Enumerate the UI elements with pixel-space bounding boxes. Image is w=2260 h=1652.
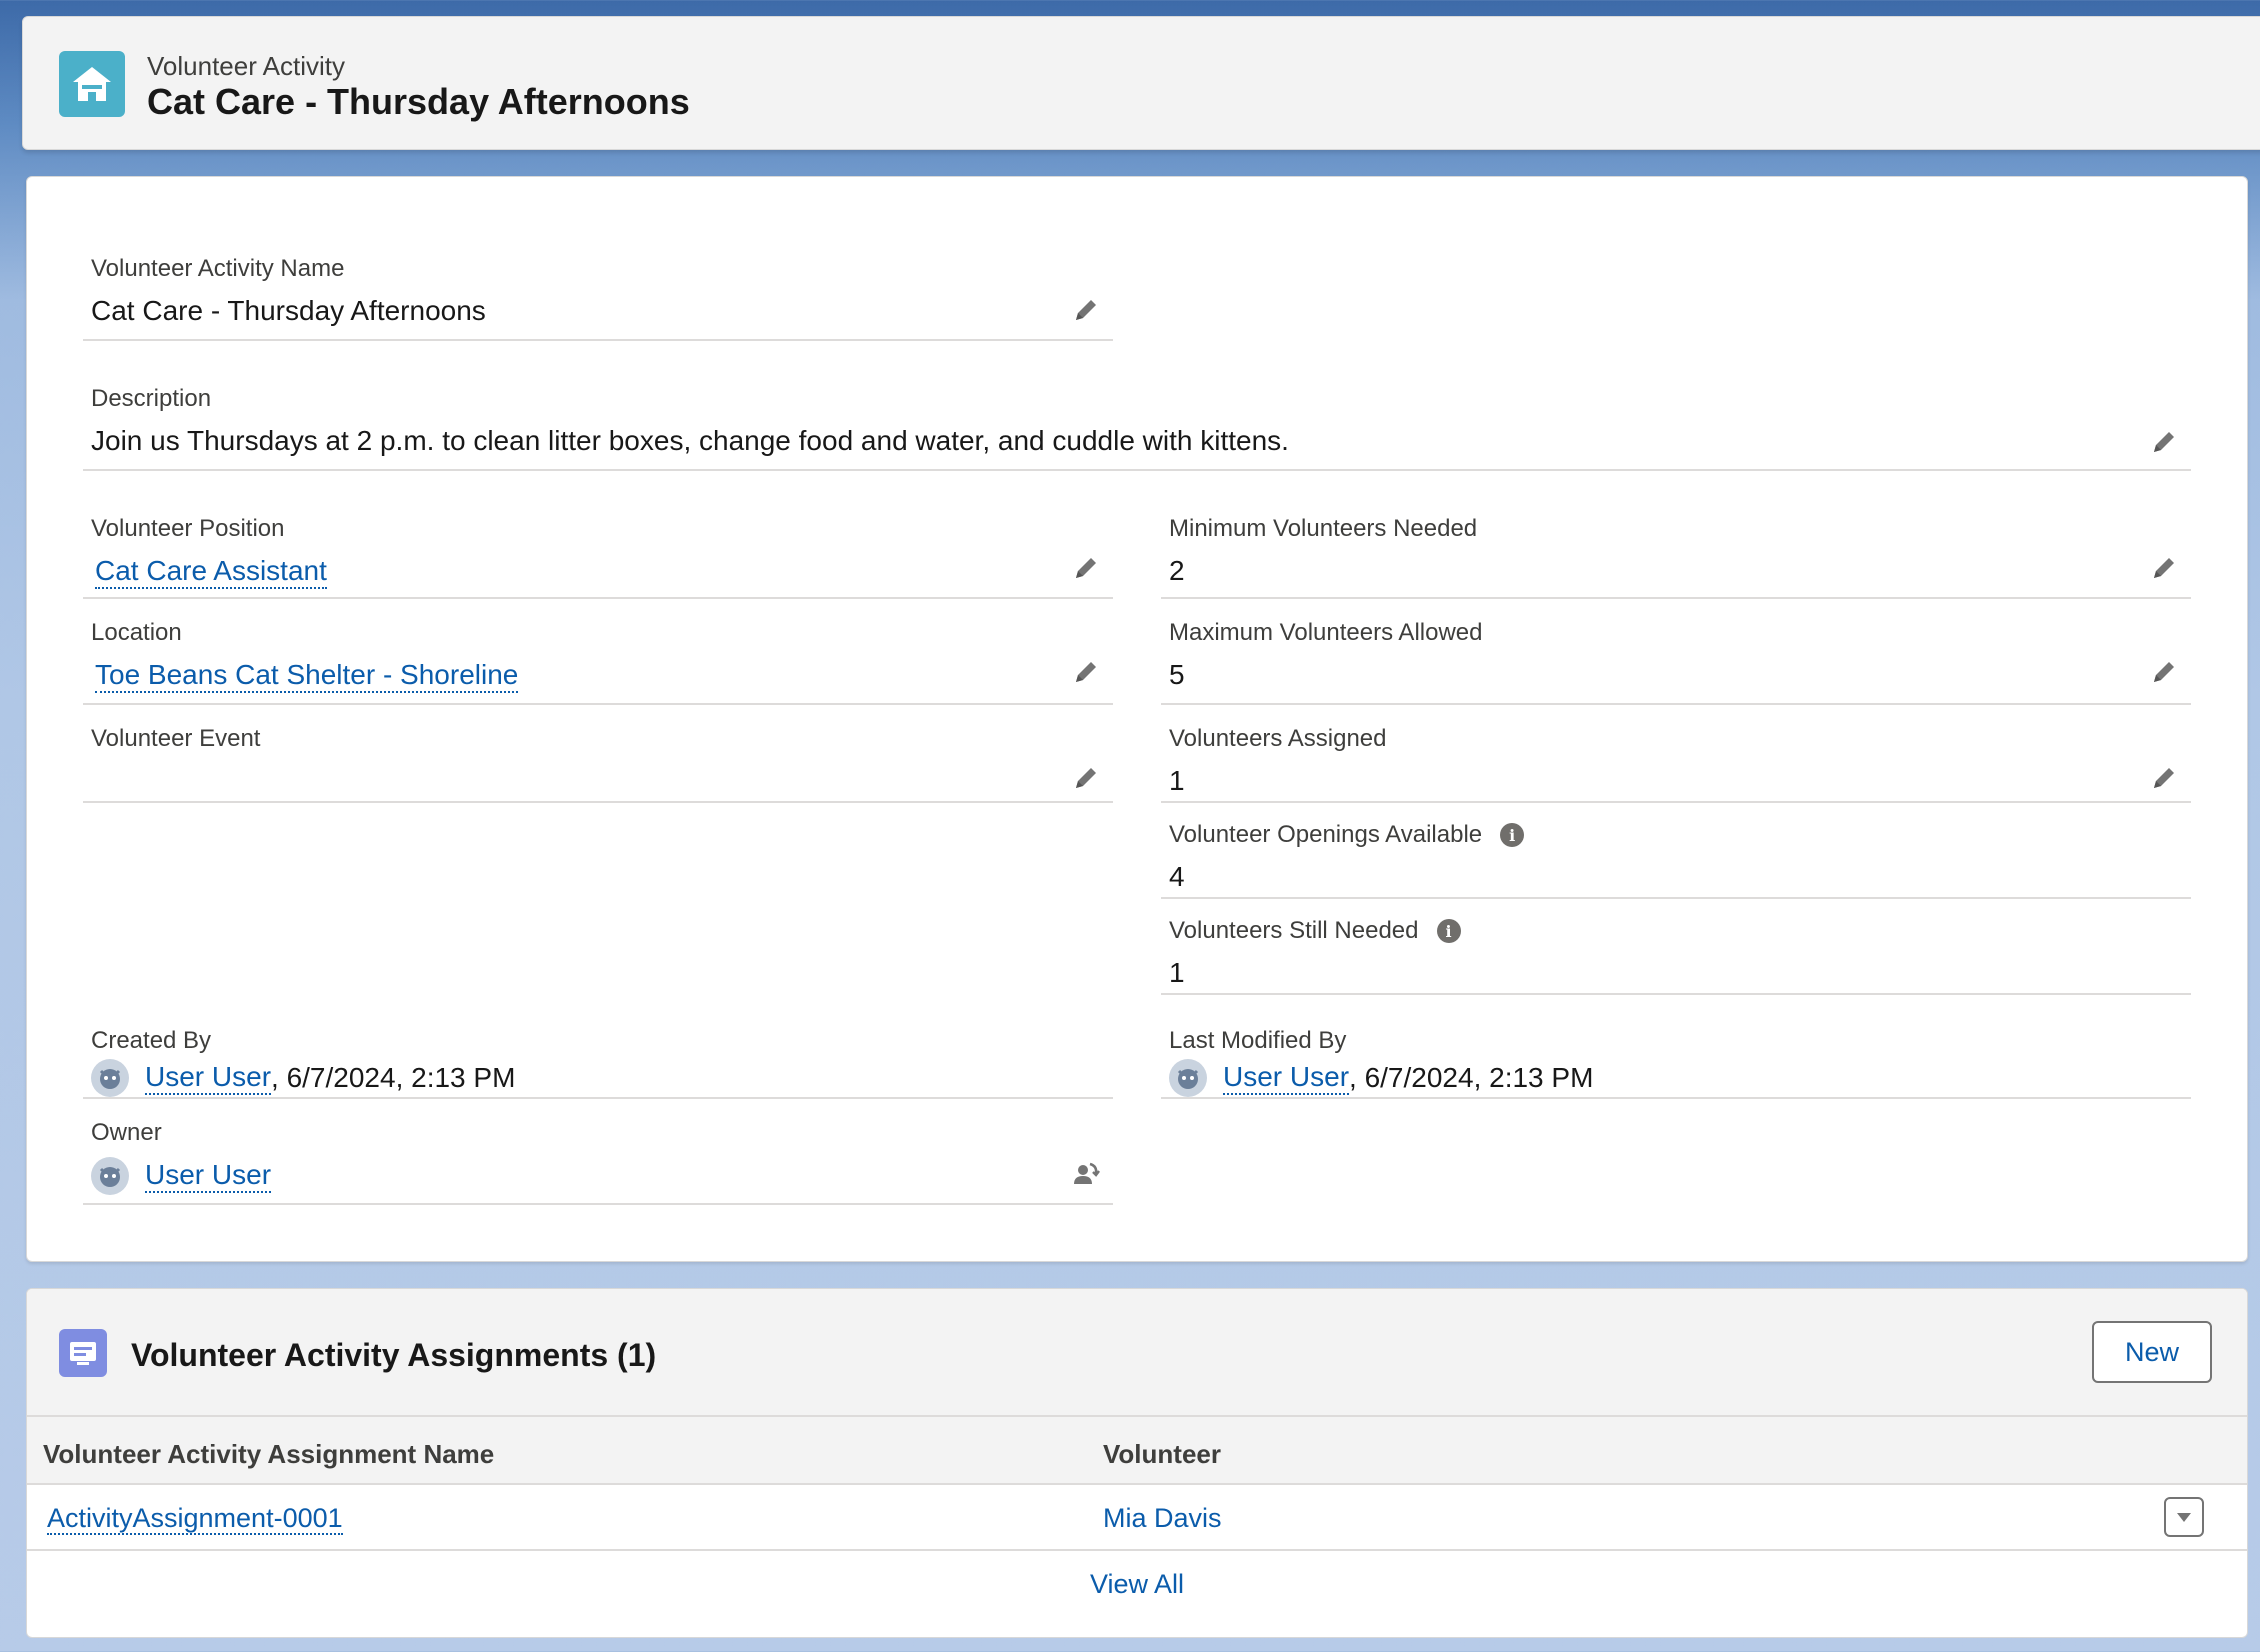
field-label: Description <box>91 385 212 412</box>
pencil-icon[interactable] <box>2147 655 2181 689</box>
record-details: Volunteer Activity Name Cat Care - Thurs… <box>26 176 2248 1262</box>
field-last-modified-by: Last Modified By User User , 6/7/2024, 2… <box>1161 995 2191 1099</box>
field-value: 4 <box>1169 861 1185 892</box>
created-by-user-link[interactable]: User User <box>145 1061 272 1095</box>
table-row: ActivityAssignment-0001 Mia Davis <box>27 1485 2247 1551</box>
field-location: Location Toe Beans Cat Shelter - Shoreli… <box>83 599 1113 705</box>
field-value: 1 <box>1169 957 1185 988</box>
assignment-icon <box>59 1329 107 1377</box>
pencil-icon[interactable] <box>1069 761 1103 795</box>
field-created-by: Created By User User , 6/7/2024, 2:13 PM <box>83 995 1113 1099</box>
volunteer-link[interactable]: Mia Davis <box>1103 1503 1222 1534</box>
pencil-icon[interactable] <box>2147 761 2181 795</box>
field-still-needed: Volunteers Still Needed i 1 <box>1161 899 2191 995</box>
location-link[interactable]: Toe Beans Cat Shelter - Shoreline <box>95 659 519 693</box>
field-value: 5 <box>1169 659 1185 690</box>
info-icon[interactable]: i <box>1436 919 1461 943</box>
modified-by-user-link[interactable]: User User <box>1223 1061 1350 1095</box>
change-owner-icon[interactable] <box>1069 1157 1103 1191</box>
field-volunteers-assigned: Volunteers Assigned 1 <box>1161 705 2191 803</box>
view-all-link[interactable]: View All <box>27 1569 2247 1600</box>
created-date: , 6/7/2024, 2:13 PM <box>271 1062 516 1093</box>
chevron-down-icon[interactable] <box>2164 1497 2204 1537</box>
field-label: Created By <box>91 1027 212 1054</box>
field-label: Last Modified By <box>1169 1027 1347 1054</box>
field-label: Volunteers Assigned <box>1169 725 1387 752</box>
user-avatar-icon <box>1169 1059 1207 1097</box>
pencil-icon[interactable] <box>2147 551 2181 585</box>
user-avatar-icon <box>91 1157 129 1195</box>
position-link[interactable]: Cat Care Assistant <box>95 555 327 589</box>
object-label: Volunteer Activity <box>147 51 345 81</box>
field-label: Minimum Volunteers Needed <box>1169 515 1478 542</box>
field-openings-available: Volunteer Openings Available i 4 <box>1161 803 2191 899</box>
pencil-icon[interactable] <box>1069 293 1103 327</box>
related-list-title[interactable]: Volunteer Activity Assignments (1) <box>131 1337 656 1374</box>
owner-user-link[interactable]: User User <box>145 1159 272 1193</box>
field-label: Volunteer Position <box>91 515 285 542</box>
field-value: Cat Care - Thursday Afternoons <box>91 295 486 326</box>
field-max-volunteers: Maximum Volunteers Allowed 5 <box>1161 599 2191 705</box>
page-title: Cat Care - Thursday Afternoons <box>147 81 690 122</box>
related-list-header: Volunteer Activity Assignments (1) New <box>27 1289 2247 1417</box>
column-header-name[interactable]: Volunteer Activity Assignment Name <box>43 1439 494 1470</box>
field-label: Maximum Volunteers Allowed <box>1169 619 1483 646</box>
field-value: Join us Thursdays at 2 p.m. to clean lit… <box>91 425 1289 456</box>
field-min-volunteers: Minimum Volunteers Needed 2 <box>1161 471 2191 599</box>
assignment-name-link[interactable]: ActivityAssignment-0001 <box>47 1503 343 1535</box>
pencil-icon[interactable] <box>2147 425 2181 459</box>
modified-date: , 6/7/2024, 2:13 PM <box>1349 1062 1594 1093</box>
field-value: 2 <box>1169 555 1185 586</box>
info-icon[interactable]: i <box>1500 823 1525 847</box>
field-volunteer-event: Volunteer Event <box>83 705 1113 803</box>
new-button[interactable]: New <box>2092 1321 2212 1383</box>
column-header-volunteer[interactable]: Volunteer <box>1103 1439 1221 1470</box>
related-list-assignments: Volunteer Activity Assignments (1) New V… <box>26 1288 2248 1638</box>
home-icon <box>59 51 125 117</box>
table-header: Volunteer Activity Assignment Name Volun… <box>27 1417 2247 1485</box>
field-label: Volunteer Activity Name <box>91 255 345 282</box>
user-avatar-icon <box>91 1059 129 1097</box>
field-label: Volunteers Still Needed <box>1169 917 1419 944</box>
field-activity-name: Volunteer Activity Name Cat Care - Thurs… <box>83 217 1113 341</box>
record-header: Volunteer Activity Cat Care - Thursday A… <box>22 16 2260 150</box>
pencil-icon[interactable] <box>1069 655 1103 689</box>
field-volunteer-position: Volunteer Position Cat Care Assistant <box>83 471 1113 599</box>
field-description: Description Join us Thursdays at 2 p.m. … <box>83 341 2191 471</box>
pencil-icon[interactable] <box>1069 551 1103 585</box>
field-value: 1 <box>1169 765 1185 796</box>
field-label: Location <box>91 619 182 646</box>
field-label: Owner <box>91 1119 162 1146</box>
field-label: Volunteer Openings Available <box>1169 821 1483 848</box>
field-owner: Owner User User <box>83 1099 1113 1205</box>
field-label: Volunteer Event <box>91 725 261 752</box>
